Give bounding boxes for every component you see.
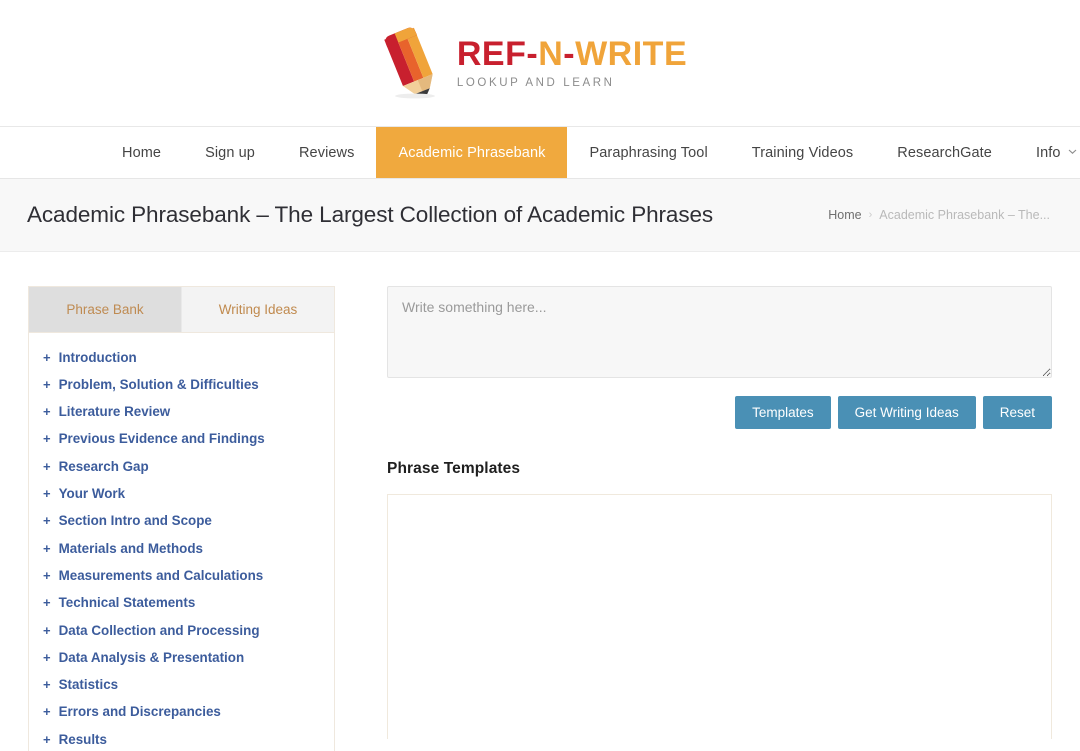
plus-icon: + [43, 595, 51, 611]
nav-label: Info [1035, 144, 1061, 161]
nav-label: Paraphrasing Tool [589, 144, 708, 161]
phrasebank-main-panel: Templates Get Writing Ideas Reset Phrase… [387, 286, 1052, 751]
nav-item-sign-up[interactable]: Sign up [183, 127, 277, 178]
category-item-problem-solution-difficulties[interactable]: + Problem, Solution & Difficulties [29, 371, 334, 398]
plus-icon: + [43, 513, 51, 529]
tab-label: Writing Ideas [218, 302, 298, 317]
write-something-textarea[interactable] [387, 286, 1052, 378]
phrase-sidebar: Phrase Bank Writing Ideas + Introduction… [28, 286, 335, 751]
nav-item-training-videos[interactable]: Training Videos [730, 127, 875, 178]
nav-label: Academic Phrasebank [398, 144, 546, 161]
category-item-data-analysis-presentation[interactable]: + Data Analysis & Presentation [29, 644, 334, 671]
logo-n: N [538, 35, 564, 73]
site-logo[interactable]: REF-N-WRITE LOOKUP AND LEARN [381, 27, 687, 99]
nav-label: Training Videos [751, 144, 854, 161]
logo-tagline: LOOKUP AND LEARN [456, 77, 615, 89]
category-item-previous-evidence-and-findings[interactable]: + Previous Evidence and Findings [29, 426, 334, 453]
category-label: Results [58, 731, 107, 747]
category-item-your-work[interactable]: + Your Work [29, 480, 334, 507]
logo-dash-2: - [563, 35, 576, 73]
plus-icon: + [43, 649, 51, 665]
breadcrumb: Home › Academic Phrasebank – The... [828, 208, 1050, 222]
category-label: Previous Evidence and Findings [58, 431, 265, 447]
category-label: Data Collection and Processing [58, 622, 260, 638]
page-title: Academic Phrasebank – The Largest Collec… [27, 202, 714, 227]
category-item-introduction[interactable]: + Introduction [29, 344, 334, 371]
breadcrumb-home-link[interactable]: Home [828, 208, 861, 222]
category-item-statistics[interactable]: + Statistics [29, 672, 334, 699]
category-label: Literature Review [58, 404, 171, 420]
category-label: Data Analysis & Presentation [58, 649, 245, 665]
reset-button[interactable]: Reset [982, 396, 1052, 429]
sidebar-tabs: Phrase Bank Writing Ideas [29, 287, 334, 333]
nav-item-info[interactable]: Info [1014, 127, 1080, 178]
page-content: Phrase Bank Writing Ideas + Introduction… [0, 252, 1080, 751]
nav-label: Home [122, 144, 162, 161]
category-label: Research Gap [58, 458, 149, 474]
category-label: Problem, Solution & Difficulties [58, 376, 259, 392]
category-label: Errors and Discrepancies [58, 704, 221, 720]
nav-item-researchgate[interactable]: ResearchGate [875, 127, 1014, 178]
plus-icon: + [43, 704, 51, 720]
plus-icon: + [43, 458, 51, 474]
category-item-errors-and-discrepancies[interactable]: + Errors and Discrepancies [29, 699, 334, 726]
plus-icon: + [43, 622, 51, 638]
nav-item-paraphrasing-tool[interactable]: Paraphrasing Tool [567, 127, 729, 178]
nav-label: Sign up [205, 144, 255, 161]
phrase-category-list: + Introduction + Problem, Solution & Dif… [29, 333, 334, 751]
site-masthead: REF-N-WRITE LOOKUP AND LEARN [0, 0, 1080, 126]
logo-ref: REF [456, 35, 527, 73]
category-label: Measurements and Calculations [58, 567, 264, 583]
phrase-templates-results-box[interactable] [387, 494, 1052, 739]
category-label: Technical Statements [58, 595, 196, 611]
category-item-literature-review[interactable]: + Literature Review [29, 399, 334, 426]
nav-item-academic-phrasebank[interactable]: Academic Phrasebank [376, 127, 568, 178]
category-item-measurements-and-calculations[interactable]: + Measurements and Calculations [29, 562, 334, 589]
plus-icon: + [43, 486, 51, 502]
breadcrumb-current: Academic Phrasebank – The... [879, 208, 1050, 222]
logo-wordmark: REF-N-WRITE LOOKUP AND LEARN [457, 37, 687, 89]
category-item-section-intro-and-scope[interactable]: + Section Intro and Scope [29, 508, 334, 535]
plus-icon: + [43, 540, 51, 556]
category-label: Introduction [58, 349, 137, 365]
plus-icon: + [43, 349, 51, 365]
tab-label: Phrase Bank [66, 302, 144, 317]
primary-navigation: Home Sign up Reviews Academic Phrasebank… [0, 126, 1080, 179]
breadcrumb-separator-icon: › [868, 209, 873, 221]
tab-phrase-bank[interactable]: Phrase Bank [29, 287, 182, 332]
nav-label: Reviews [298, 144, 355, 161]
category-label: Section Intro and Scope [58, 513, 212, 529]
plus-icon: + [43, 567, 51, 583]
category-label: Materials and Methods [58, 540, 203, 556]
nav-item-reviews[interactable]: Reviews [277, 127, 377, 178]
plus-icon: + [43, 731, 51, 747]
tab-writing-ideas[interactable]: Writing Ideas [182, 287, 334, 332]
plus-icon: + [43, 376, 51, 392]
plus-icon: + [43, 404, 51, 420]
category-label: Statistics [58, 677, 119, 693]
category-item-materials-and-methods[interactable]: + Materials and Methods [29, 535, 334, 562]
action-button-row: Templates Get Writing Ideas Reset [387, 396, 1052, 429]
logo-write: WRITE [575, 35, 688, 73]
category-item-technical-statements[interactable]: + Technical Statements [29, 590, 334, 617]
phrase-templates-heading: Phrase Templates [387, 460, 521, 477]
pencil-icon [381, 27, 443, 99]
plus-icon: + [43, 431, 51, 447]
get-writing-ideas-button[interactable]: Get Writing Ideas [837, 396, 976, 429]
templates-button[interactable]: Templates [735, 396, 831, 429]
category-item-results[interactable]: + Results [29, 726, 334, 751]
category-item-data-collection-and-processing[interactable]: + Data Collection and Processing [29, 617, 334, 644]
category-item-research-gap[interactable]: + Research Gap [29, 453, 334, 480]
nav-label: ResearchGate [897, 144, 992, 161]
category-label: Your Work [58, 486, 126, 502]
chevron-down-icon [1068, 147, 1077, 156]
page-title-bar: Academic Phrasebank – The Largest Collec… [0, 179, 1080, 252]
plus-icon: + [43, 677, 51, 693]
logo-dash-1: - [526, 35, 539, 73]
nav-item-home[interactable]: Home [100, 127, 183, 178]
